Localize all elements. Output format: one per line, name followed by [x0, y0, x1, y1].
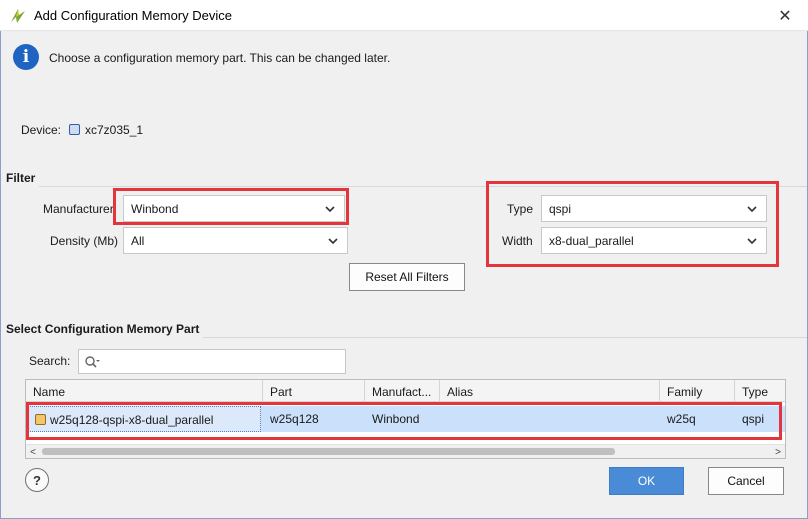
row-part-cell[interactable]: w25q128	[263, 406, 365, 432]
info-message: Choose a configuration memory part. This…	[49, 51, 391, 65]
search-label: Search:	[29, 354, 71, 368]
filter-section-title: Filter	[6, 171, 36, 185]
type-value: qspi	[549, 201, 572, 216]
parts-table: Name Part Manufact... Alias Family Type …	[25, 379, 786, 459]
scroll-right-button[interactable]: >	[771, 445, 785, 458]
search-input[interactable]	[78, 349, 346, 374]
row-type-cell[interactable]: qspi	[735, 406, 785, 432]
column-header-family[interactable]: Family	[660, 380, 735, 402]
ok-button[interactable]: OK	[609, 467, 684, 495]
row-name-text: w25q128-qspi-x8-dual_parallel	[50, 413, 214, 427]
chevron-down-icon	[747, 206, 757, 213]
chevron-down-icon	[328, 238, 338, 245]
density-value: All	[131, 233, 145, 248]
manufacturer-select[interactable]: Winbond	[123, 195, 345, 222]
device-value: xc7z035_1	[85, 123, 144, 137]
type-select[interactable]: qspi	[541, 195, 767, 222]
help-button[interactable]: ?	[25, 468, 49, 492]
select-divider	[203, 337, 807, 338]
width-value: x8-dual_parallel	[549, 233, 634, 248]
window-title: Add Configuration Memory Device	[34, 8, 232, 23]
reset-all-filters-button[interactable]: Reset All Filters	[349, 263, 465, 291]
chevron-down-icon	[747, 238, 757, 245]
scrollbar-thumb[interactable]	[42, 448, 615, 455]
row-manufacturer-cell[interactable]: Winbond	[365, 406, 440, 432]
column-header-part[interactable]: Part	[263, 380, 365, 402]
memory-part-icon	[35, 414, 46, 425]
scroll-left-button[interactable]: <	[26, 445, 40, 458]
column-header-type[interactable]: Type	[735, 380, 785, 402]
density-label: Density (Mb)	[50, 234, 119, 248]
chevron-down-icon	[325, 206, 335, 213]
filter-divider	[39, 186, 807, 187]
column-header-name[interactable]: Name	[26, 380, 263, 402]
close-button[interactable]: ✕	[762, 0, 808, 31]
vivado-logo-icon	[11, 9, 25, 23]
column-header-alias[interactable]: Alias	[440, 380, 660, 402]
row-family-cell[interactable]: w25q	[660, 406, 735, 432]
width-label: Width	[502, 234, 533, 248]
column-header-manufacturer[interactable]: Manufact...	[365, 380, 440, 402]
device-label: Device:	[21, 123, 62, 137]
info-icon: i	[13, 44, 39, 70]
type-width-highlight-box	[486, 181, 779, 267]
row-name-cell[interactable]: w25q128-qspi-x8-dual_parallel	[27, 406, 261, 432]
table-row[interactable]: w25q128-qspi-x8-dual_parallel w25q128 Wi…	[26, 406, 785, 432]
table-header: Name Part Manufact... Alias Family Type	[26, 380, 785, 402]
select-section-title: Select Configuration Memory Part	[6, 322, 200, 336]
type-label: Type	[507, 202, 534, 216]
search-icon	[85, 356, 100, 368]
cancel-button[interactable]: Cancel	[708, 467, 784, 495]
width-select[interactable]: x8-dual_parallel	[541, 227, 767, 254]
row-alias-cell[interactable]	[440, 406, 660, 432]
chip-icon	[69, 124, 80, 135]
manufacturer-label: Manufacturer	[43, 202, 114, 216]
horizontal-scrollbar[interactable]: < >	[26, 444, 785, 458]
density-select[interactable]: All	[123, 227, 348, 254]
dialog-body: i Choose a configuration memory part. Th…	[0, 31, 808, 519]
manufacturer-value: Winbond	[131, 201, 179, 216]
title-bar: Add Configuration Memory Device ✕	[0, 0, 808, 31]
